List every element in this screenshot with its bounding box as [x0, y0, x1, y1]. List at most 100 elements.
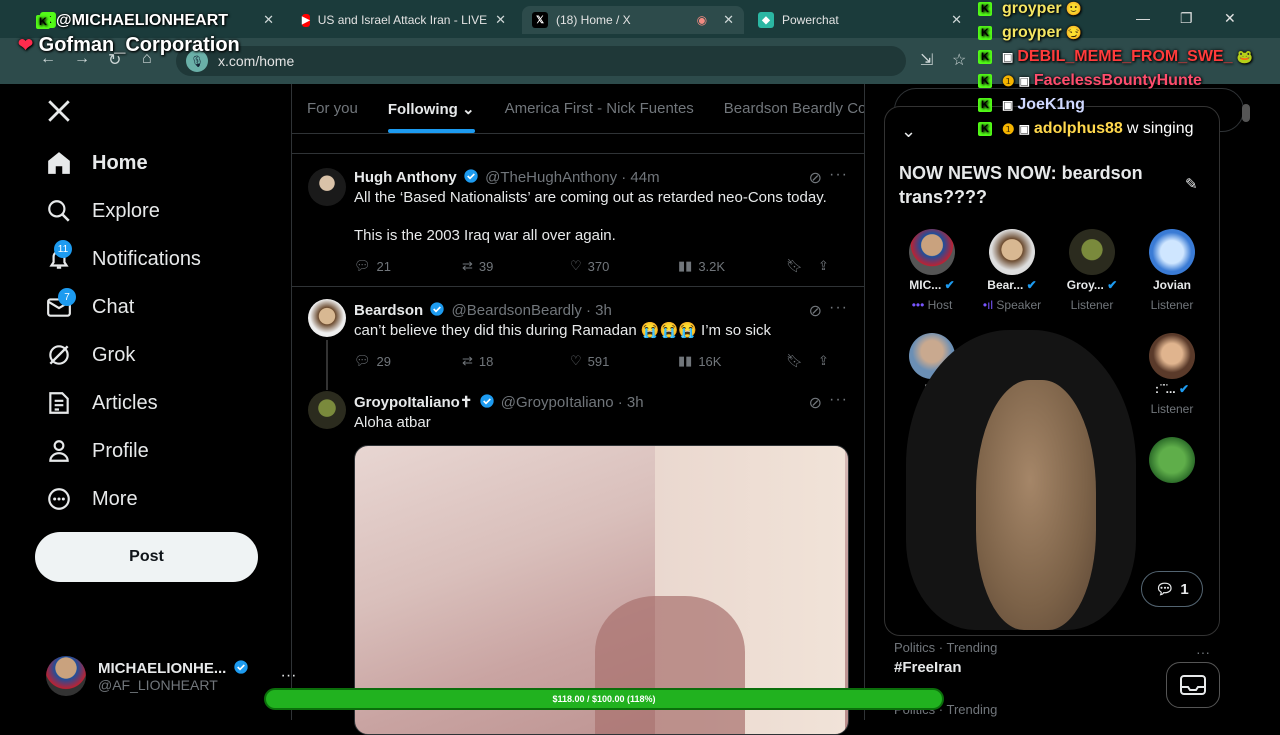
emote-icon: 🙂	[1065, 1, 1082, 16]
avatar[interactable]	[308, 299, 346, 337]
space-participant[interactable]: Jovian Listener	[1137, 229, 1207, 312]
share-icon[interactable]: ⇪	[818, 258, 829, 274]
tweet-time[interactable]: · 44m	[621, 169, 659, 186]
tweet-time[interactable]: · 3h	[586, 302, 612, 319]
user-badge-icon: ▣	[1002, 50, 1014, 64]
tab-for-you[interactable]: For you	[292, 84, 373, 133]
nav-grok[interactable]: Grok	[46, 342, 135, 368]
install-app-icon[interactable]: ⇲	[920, 50, 933, 70]
views-button[interactable]: ▮▮ 3.2K	[678, 258, 786, 274]
close-tab-icon[interactable]: ✕	[951, 12, 962, 28]
reply-icon: 💬︎	[354, 258, 371, 273]
participant-name-row: MIC... ✔	[897, 278, 967, 292]
author-handle[interactable]: @BeardsonBeardly	[452, 302, 582, 319]
author-name[interactable]: Hugh Anthony	[354, 169, 457, 186]
bookmark-icon[interactable]: 🔖︎	[786, 353, 818, 369]
main-feed: For you Following ⌄ America First - Nick…	[291, 84, 865, 735]
comments-button[interactable]: 💬︎ 1	[1141, 571, 1203, 607]
edit-icon[interactable]: ✎	[1185, 175, 1198, 193]
author-name[interactable]: GroypoItaliano✝	[354, 394, 472, 411]
x-logo-icon[interactable]	[46, 98, 72, 124]
close-tab-icon[interactable]: ✕	[263, 12, 274, 28]
reply-count: 21	[376, 258, 391, 274]
avatar	[909, 229, 955, 275]
messages-drawer-button[interactable]	[1166, 662, 1220, 708]
bookmark-star-icon[interactable]: ☆	[952, 50, 966, 70]
tweet-more-icon[interactable]: ···	[829, 166, 848, 184]
minimize-button[interactable]: —	[1136, 10, 1150, 26]
tweet-more-icon[interactable]: ···	[829, 299, 848, 317]
tweet[interactable]: Beardson @BeardsonBeardly · 3h ⊘ ··· can…	[292, 287, 864, 383]
space-participant[interactable]: : ̈ ̈... ✔ Listener	[1137, 333, 1207, 416]
trending-item[interactable]: Politics · Trending #FreeIran	[894, 640, 997, 676]
tweet[interactable]: GroypoItaliano✝ @GroypoItaliano · 3h ⊘ ·…	[292, 383, 864, 735]
kick-logo-icon: K	[978, 26, 992, 40]
kick-logo-icon: K	[978, 98, 992, 112]
nav-explore[interactable]: Explore	[46, 198, 160, 224]
tab-following[interactable]: Following ⌄	[373, 84, 490, 133]
maximize-button[interactable]: ❐	[1180, 10, 1193, 27]
author-name[interactable]: Beardson	[354, 302, 423, 319]
grok-explain-icon[interactable]: ⊘	[809, 168, 822, 188]
nav-profile[interactable]: Profile	[46, 438, 149, 464]
grok-explain-icon[interactable]: ⊘	[809, 301, 822, 321]
post-button[interactable]: Post	[35, 532, 258, 582]
account-switcher[interactable]: MICHAELIONHE... @AF_LIONHEART ···	[46, 656, 297, 696]
tab-x-home[interactable]: 𝕏 (18) Home / X ◉ ✕	[522, 6, 744, 34]
tab-youtube-live[interactable]: ▶ US and Israel Attack Iran - LIVE ✕	[292, 6, 516, 34]
like-button[interactable]: ♡ 591	[570, 353, 678, 369]
repost-button[interactable]: ⇄ 39	[462, 258, 570, 274]
nav-articles[interactable]: Articles	[46, 390, 158, 416]
nav-label: Articles	[92, 391, 158, 414]
trending-more-icon[interactable]: ···	[1196, 644, 1210, 660]
nav-more[interactable]: More	[46, 486, 138, 512]
tweet[interactable]: Hugh Anthony @TheHughAnthony · 44m ⊘ ···…	[292, 154, 864, 287]
grok-explain-icon[interactable]: ⊘	[809, 393, 822, 413]
author-handle[interactable]: @TheHughAnthony	[485, 169, 617, 186]
donation-goal-bar: $118.00 / $100.00 (118%)	[264, 688, 944, 710]
chat-message: K ❶ ▣ FacelessBountyHunte	[978, 72, 1202, 90]
repost-button[interactable]: ⇄ 18	[462, 353, 570, 369]
space-participant[interactable]: Bear... ✔ •ıl Speaker	[977, 229, 1047, 312]
powerchat-favicon-icon: ◆	[758, 12, 774, 28]
participant-role-row: ••• Host	[897, 298, 967, 312]
share-icon[interactable]: ⇪	[818, 353, 829, 369]
tab-list-america-first[interactable]: America First - Nick Fuentes	[490, 84, 709, 133]
author-handle[interactable]: @GroypoItaliano	[501, 394, 614, 411]
close-tab-icon[interactable]: ✕	[495, 12, 506, 28]
chat-username: FacelessBountyHunte	[1033, 72, 1202, 89]
views-button[interactable]: ▮▮ 16K	[678, 353, 786, 369]
nav-label: Home	[92, 151, 148, 174]
chevron-down-icon: ⌄	[462, 101, 475, 118]
close-tab-icon[interactable]: ✕	[723, 12, 734, 28]
nav-home[interactable]: Home	[46, 150, 148, 176]
streamer-name: Gofman_Corporation	[38, 34, 240, 56]
participant-name-row: Bear... ✔	[977, 278, 1047, 292]
tab-powerchat[interactable]: ◆ Powerchat ✕	[748, 6, 972, 34]
chat-text: w singing	[1126, 120, 1194, 137]
close-window-button[interactable]: ✕	[1224, 10, 1236, 27]
scrollbar-thumb[interactable]	[1242, 104, 1250, 122]
space-participant[interactable]: MIC... ✔ ••• Host	[897, 229, 967, 312]
avatar[interactable]	[308, 168, 346, 206]
bookmark-icon[interactable]: 🔖︎	[786, 258, 818, 274]
tweet-more-icon[interactable]: ···	[829, 391, 848, 409]
repost-icon: ⇄	[462, 258, 473, 273]
collapse-chevron-icon[interactable]: ⌄	[901, 121, 916, 142]
avatar[interactable]	[308, 391, 346, 429]
verified-badge-icon: ✔	[1026, 278, 1037, 292]
reply-count: 29	[376, 353, 391, 369]
analytics-icon: ▮▮	[678, 353, 693, 368]
url-field[interactable]: 🎙 x.com/home	[176, 46, 906, 76]
tab-list-beardson[interactable]: Beardson Beardly Com	[709, 84, 864, 133]
reply-button[interactable]: 💬︎ 29	[354, 353, 462, 369]
tweet-time[interactable]: · 3h	[618, 394, 644, 411]
emote-icon: 😏	[1065, 25, 1082, 40]
tweet-line: This is the 2003 Iraq war all over again…	[354, 227, 616, 244]
pepe-avatar[interactable]	[1149, 437, 1195, 483]
avatar	[1069, 229, 1115, 275]
reply-button[interactable]: 💬︎ 21	[354, 258, 462, 274]
space-participant[interactable]: Groy... ✔ Listener	[1057, 229, 1127, 312]
like-button[interactable]: ♡ 370	[570, 258, 678, 274]
chat-badge: 7	[58, 288, 76, 306]
